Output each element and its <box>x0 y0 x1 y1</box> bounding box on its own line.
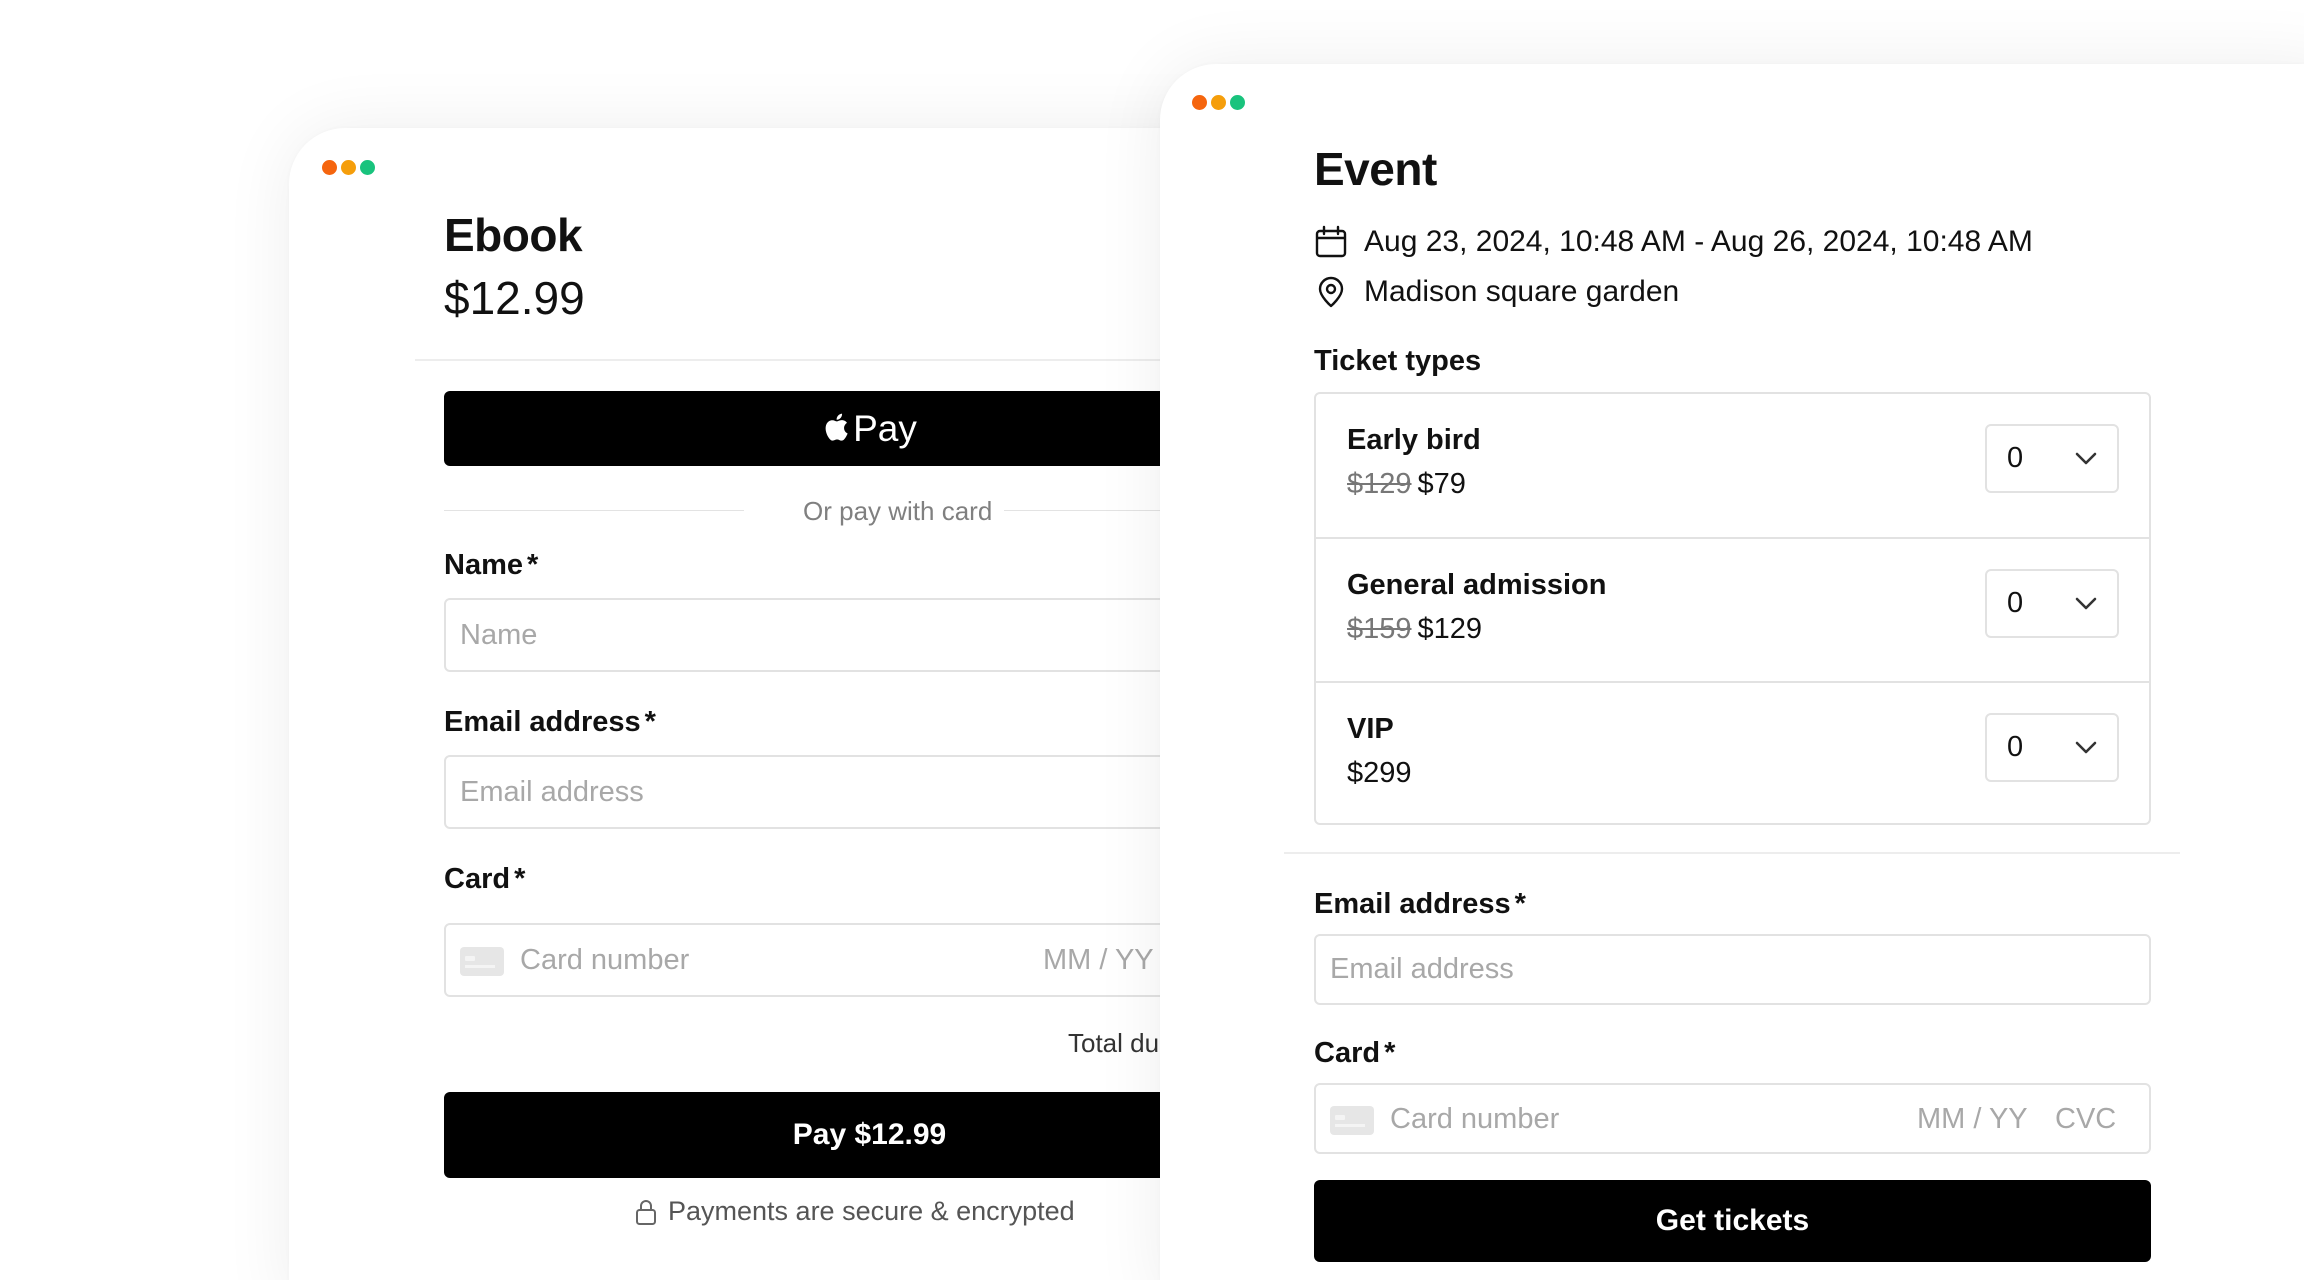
ticket-row-general-admission: General admission $159 $129 0 <box>1316 537 2149 681</box>
event-date-range: Aug 23, 2024, 10:48 AM - Aug 26, 2024, 1… <box>1364 225 2033 258</box>
ticket-old-price: $129 <box>1347 468 1412 500</box>
email-label-text: Email address <box>1314 888 1511 920</box>
chevron-down-icon <box>2075 597 2097 609</box>
card-cvc-placeholder: CVC <box>2055 1103 2117 1135</box>
event-location-row: Madison square garden <box>1314 275 1679 309</box>
apple-pay-label: Pay <box>853 407 917 449</box>
ticket-prices: $159 $129 <box>1347 613 1482 646</box>
card-number-placeholder: Card number <box>520 944 690 976</box>
window-dot-green[interactable] <box>1230 95 1245 110</box>
product-title: Ebook <box>444 209 583 261</box>
get-tickets-button[interactable]: Get tickets <box>1314 1180 2151 1262</box>
card-label: Card * <box>1314 1037 1395 1070</box>
ticket-row-vip: VIP $299 0 <box>1316 681 2149 825</box>
email-input[interactable] <box>1314 934 2151 1005</box>
apple-logo-icon <box>825 413 848 441</box>
card-label-text: Card <box>1314 1037 1381 1069</box>
card-expiry-placeholder: MM / YY <box>1043 944 1154 976</box>
ticket-price: $129 <box>1417 613 1483 645</box>
quantity-value: 0 <box>2007 442 2024 474</box>
ticket-price: $79 <box>1417 468 1466 500</box>
product-price: $12.99 <box>444 272 585 324</box>
email-label-text: Email address <box>444 706 641 738</box>
window-dot-red[interactable] <box>1192 95 1207 110</box>
event-location: Madison square garden <box>1364 275 1680 308</box>
ticket-quantity-select[interactable]: 0 <box>1985 569 2119 638</box>
quantity-value: 0 <box>2007 587 2024 619</box>
total-due-label: Total du <box>1068 1028 1160 1058</box>
required-marker: * <box>527 549 539 581</box>
secure-text: Payments are secure & encrypted <box>668 1196 1075 1226</box>
chevron-down-icon <box>2075 741 2097 753</box>
ticket-row-early-bird: Early bird $129 $79 0 <box>1316 394 2149 538</box>
ticket-name: Early bird <box>1347 424 1481 456</box>
quantity-value: 0 <box>2007 731 2024 763</box>
ticket-types-label: Ticket types <box>1314 345 1482 377</box>
event-title: Event <box>1314 143 1437 195</box>
event-checkout-window: Event Aug 23, 2024, 10:48 AM - Aug 26, 2… <box>1160 64 2304 1280</box>
name-label-text: Name <box>444 549 523 581</box>
card-expiry-placeholder: MM / YY <box>1917 1103 2028 1135</box>
ticket-prices: $299 <box>1347 757 1412 790</box>
email-label: Email address * <box>444 706 656 739</box>
ticket-name: General admission <box>1347 569 1607 601</box>
ticket-prices: $129 $79 <box>1347 468 1466 501</box>
window-controls <box>322 160 375 175</box>
window-controls <box>1192 95 1245 110</box>
required-marker: * <box>1384 1037 1396 1069</box>
name-label: Name * <box>444 549 538 582</box>
window-dot-yellow[interactable] <box>1211 95 1226 110</box>
window-dot-red[interactable] <box>322 160 337 175</box>
card-number-placeholder: Card number <box>1390 1103 1560 1135</box>
window-dot-green[interactable] <box>360 160 375 175</box>
chevron-down-icon <box>2075 452 2097 464</box>
card-label-text: Card <box>444 863 511 895</box>
ticket-quantity-select[interactable]: 0 <box>1985 713 2119 782</box>
calendar-icon <box>1315 225 1347 258</box>
card-label: Card * <box>444 863 525 896</box>
or-pay-with-card-text: Or pay with card <box>791 496 1005 527</box>
ticket-name: VIP <box>1347 713 1394 745</box>
required-marker: * <box>644 706 656 738</box>
secure-payment-note: Payments are secure & encrypted <box>634 1196 1075 1227</box>
or-divider-left <box>444 510 744 511</box>
required-marker: * <box>514 863 526 895</box>
location-pin-icon <box>1318 276 1344 308</box>
event-date-row: Aug 23, 2024, 10:48 AM - Aug 26, 2024, 1… <box>1314 225 2033 259</box>
ticket-price: $299 <box>1347 757 1412 789</box>
card-input[interactable]: Card number MM / YY CVC <box>1314 1083 2151 1154</box>
email-label: Email address * <box>1314 888 1526 921</box>
ticket-types-list: Early bird $129 $79 0 General admission $… <box>1314 392 2151 825</box>
card-icon <box>460 947 504 976</box>
window-dot-yellow[interactable] <box>341 160 356 175</box>
divider <box>1284 852 2180 854</box>
ticket-old-price: $159 <box>1347 613 1412 645</box>
ticket-quantity-select[interactable]: 0 <box>1985 424 2119 493</box>
card-icon <box>1330 1106 1374 1135</box>
required-marker: * <box>1514 888 1526 920</box>
lock-icon <box>636 1199 656 1225</box>
